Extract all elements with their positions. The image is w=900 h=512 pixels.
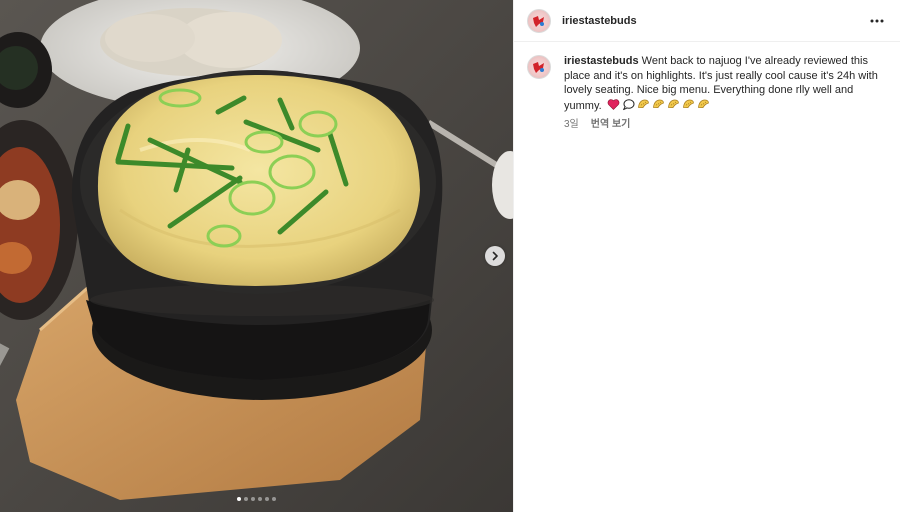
carousel-dot [265, 497, 269, 501]
more-options-button[interactable] [866, 10, 888, 32]
caption-text-block: iriestastebuds Went back to najuog I've … [564, 54, 886, 113]
dumpling-icon [667, 99, 679, 108]
post-sidebar: iriestastebuds iriestastebuds Went back … [513, 0, 900, 512]
carousel-dot [272, 497, 276, 501]
dumpling-icon [697, 99, 709, 108]
carousel-dot [251, 497, 255, 501]
caption-comment: iriestastebuds Went back to najuog I've … [514, 42, 900, 133]
caption-username[interactable]: iriestastebuds [564, 55, 639, 67]
avatar[interactable] [527, 55, 551, 79]
timestamp[interactable]: 3일 [564, 118, 579, 133]
speech-bubble-icon [622, 98, 635, 110]
profile-logo-icon [533, 62, 544, 73]
heart-icon [607, 98, 620, 110]
more-icon [870, 19, 884, 22]
instagram-post: iriestastebuds iriestastebuds Went back … [0, 0, 900, 512]
post-header: iriestastebuds [514, 0, 900, 42]
profile-logo-icon [533, 15, 544, 27]
username[interactable]: iriestastebuds [562, 15, 637, 27]
see-translation-link[interactable]: 번역 보기 [591, 118, 631, 133]
dumpling-icon [682, 99, 694, 108]
carousel-dot [237, 497, 241, 501]
caption-body: iriestastebuds Went back to najuog I've … [564, 54, 886, 133]
carousel-dot [258, 497, 262, 501]
carousel-indicator [0, 497, 513, 501]
chevron-right-icon [492, 251, 498, 261]
avatar[interactable] [527, 8, 551, 33]
post-media[interactable] [0, 0, 513, 512]
dumpling-icon [637, 99, 649, 108]
caption-meta: 3일 번역 보기 [564, 118, 886, 133]
dumpling-icon [652, 99, 664, 108]
carousel-dot [244, 497, 248, 501]
caption-emojis [607, 98, 710, 111]
food-photo [0, 0, 513, 512]
next-slide-button[interactable] [485, 246, 505, 266]
